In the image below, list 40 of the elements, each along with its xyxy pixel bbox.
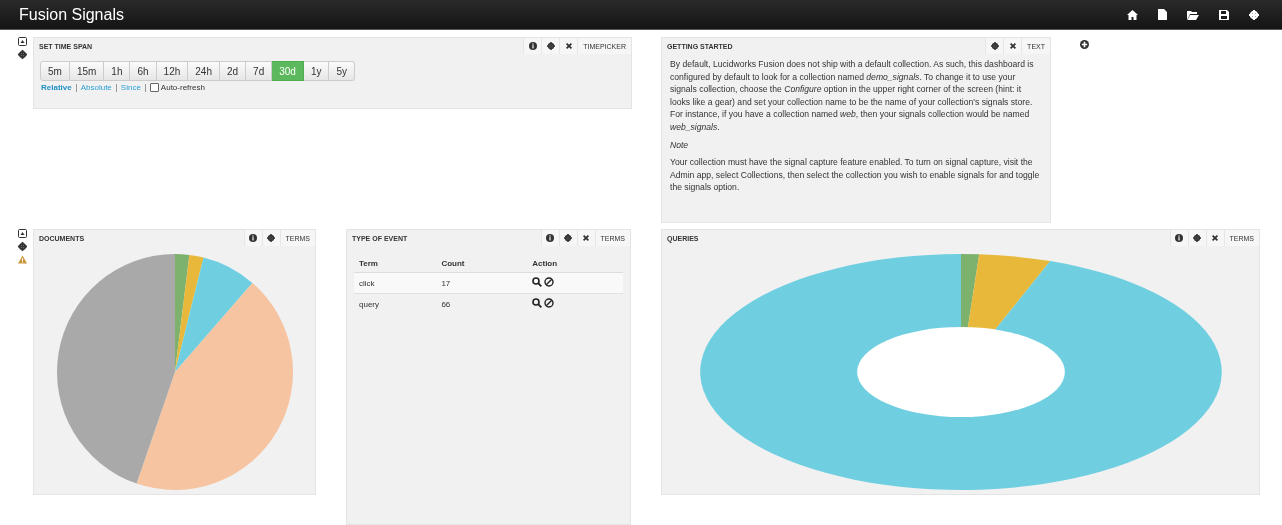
- info-icon[interactable]: [523, 38, 542, 54]
- time-span-button[interactable]: 1h: [104, 61, 131, 81]
- time-span-button[interactable]: 7d: [246, 61, 273, 81]
- column-header: Term: [354, 255, 437, 273]
- time-span-button[interactable]: 6h: [130, 61, 157, 81]
- save-icon[interactable]: [1219, 9, 1229, 20]
- table-cell: click: [354, 272, 437, 294]
- collapse-icon[interactable]: [18, 37, 27, 46]
- time-span-button[interactable]: 24h: [188, 61, 220, 81]
- collapse-icon[interactable]: [18, 229, 27, 238]
- auto-refresh-checkbox[interactable]: [149, 83, 159, 92]
- ban-icon[interactable]: [544, 277, 555, 287]
- search-icon[interactable]: [532, 298, 543, 308]
- time-span-button[interactable]: 5m: [40, 61, 70, 81]
- info-icon[interactable]: [1169, 230, 1188, 246]
- close-icon[interactable]: [1003, 38, 1022, 54]
- app-title[interactable]: Fusion Signals: [19, 5, 124, 24]
- add-panel-icon[interactable]: [1080, 40, 1089, 49]
- time-span-button[interactable]: 5y: [329, 61, 356, 81]
- time-span-button[interactable]: 1y: [303, 61, 330, 81]
- time-span-button[interactable]: 15m: [69, 61, 105, 81]
- home-icon[interactable]: [1127, 9, 1138, 20]
- ban-icon[interactable]: [544, 298, 555, 308]
- file-icon[interactable]: [1158, 9, 1167, 20]
- close-icon[interactable]: [559, 38, 578, 54]
- note-heading: Note: [670, 138, 690, 152]
- paragraph: Your collection must have the signal capture feature enabled. To turn on signal capture, visit the Admin app, select Collections, then select the collection you wish to enable signals for and toggle the signals option.: [670, 156, 1041, 194]
- table-cell: 66: [436, 293, 528, 314]
- column-header: Action: [527, 255, 623, 273]
- checkbox-label: Auto-refresh: [160, 83, 205, 92]
- time-span-button[interactable]: 2d: [220, 61, 247, 81]
- table-cell: 17: [436, 272, 528, 294]
- search-icon[interactable]: [532, 277, 543, 287]
- paragraph: By default, Lucidworks Fusion does not ship with a default collection. As such, this dashboard is configured by default to look for a collection named demo_signals. To change it to use your signals collection, choose the Configure option in the upper right corner of the screen (hint: it looks like a gear) and set your collection name to be the name of your collection's signals store. For instance, if you have a collection named web, then your signals collection would be named web_signals.: [670, 58, 1035, 134]
- info-icon[interactable]: [243, 230, 262, 246]
- info-icon[interactable]: [540, 230, 559, 246]
- column-header: Count: [436, 255, 528, 273]
- table-cell: query: [354, 293, 437, 314]
- folder-icon[interactable]: [1187, 9, 1199, 20]
- time-span-button[interactable]: 12h: [156, 61, 189, 81]
